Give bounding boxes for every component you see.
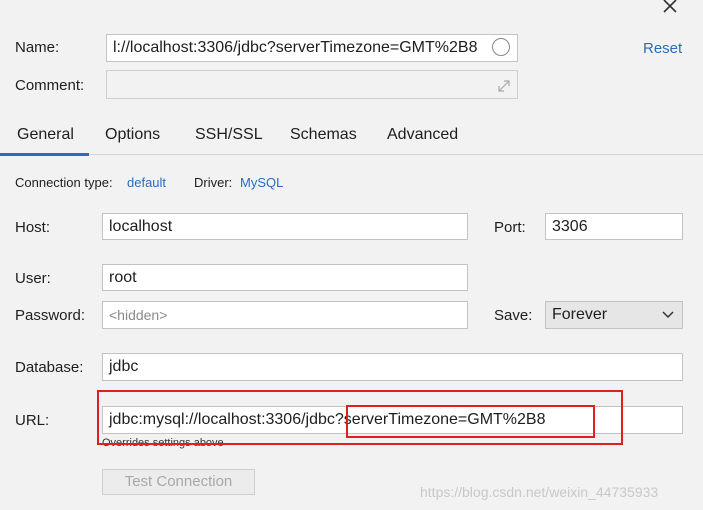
driver-label: Driver: [194, 175, 233, 190]
expand-icon[interactable] [497, 79, 511, 93]
comment-field[interactable] [106, 70, 518, 99]
password-label: Password: [15, 307, 86, 324]
name-label: Name: [15, 39, 60, 56]
tab-general[interactable]: General [17, 126, 74, 144]
chevron-down-icon[interactable] [661, 308, 675, 320]
comment-label: Comment: [15, 77, 85, 94]
port-label: Port: [494, 219, 526, 236]
password-placeholder: <hidden> [109, 307, 168, 323]
password-input[interactable]: <hidden> [102, 301, 468, 329]
tab-schemas[interactable]: Schemas [290, 126, 357, 144]
database-label: Database: [15, 359, 84, 376]
tab-ssh-ssl[interactable]: SSH/SSL [195, 126, 263, 144]
tab-advanced[interactable]: Advanced [387, 126, 458, 144]
host-value: localhost [109, 218, 173, 235]
active-tab-indicator [0, 153, 89, 156]
user-label: User: [15, 270, 51, 287]
connection-type-value[interactable]: default [127, 175, 166, 190]
tab-divider [0, 154, 703, 155]
close-icon[interactable] [660, 0, 680, 18]
test-connection-label: Test Connection [124, 473, 233, 490]
test-connection-button[interactable]: Test Connection [102, 469, 255, 495]
url-label: URL: [15, 412, 50, 429]
host-input[interactable]: localhost [102, 213, 468, 240]
user-input[interactable]: root [102, 264, 468, 291]
name-input[interactable]: l://localhost:3306/jdbc?serverTimezone=G… [106, 34, 518, 62]
driver-value[interactable]: MySQL [240, 175, 283, 190]
connection-type-label: Connection type: [15, 175, 113, 190]
user-value: root [109, 269, 137, 286]
annotation-inner-box [346, 405, 595, 438]
clear-circle-icon[interactable] [492, 38, 510, 56]
port-value: 3306 [552, 218, 588, 235]
watermark: https://blog.csdn.net/weixin_44735933 [420, 484, 659, 500]
save-label: Save: [494, 307, 533, 324]
host-label: Host: [15, 219, 51, 236]
port-input[interactable]: 3306 [545, 213, 683, 240]
name-value: l://localhost:3306/jdbc?serverTimezone=G… [113, 39, 478, 56]
database-input[interactable]: jdbc [102, 353, 683, 381]
tab-options[interactable]: Options [105, 126, 160, 144]
reset-link[interactable]: Reset [643, 40, 682, 57]
save-value: Forever [552, 306, 608, 323]
database-value: jdbc [109, 358, 139, 375]
